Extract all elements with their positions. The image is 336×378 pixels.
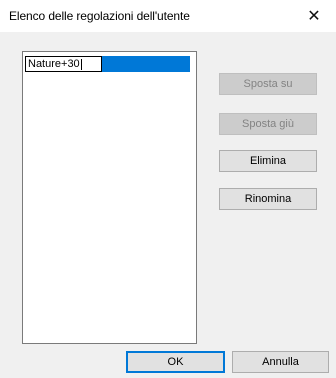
rename-button[interactable]: Rinomina (219, 188, 317, 210)
text-caret (80, 58, 82, 70)
delete-button[interactable]: Elimina (219, 150, 317, 172)
move-up-button[interactable]: Sposta su (219, 73, 317, 95)
move-down-button[interactable]: Sposta giù (219, 113, 317, 135)
window-title: Elenco delle regolazioni dell'utente (9, 9, 190, 23)
list-item-selected[interactable]: Nature+30 (25, 56, 190, 72)
cancel-button[interactable]: Annulla (232, 351, 329, 373)
close-icon[interactable]: ✕ (294, 2, 334, 30)
title-bar: Elenco delle regolazioni dell'utente ✕ (0, 0, 336, 32)
dialog-window: Elenco delle regolazioni dell'utente ✕ N… (0, 0, 336, 378)
rename-edit-value: Nature+30 (28, 58, 80, 70)
adjustments-list[interactable]: Nature+30 (22, 51, 197, 344)
rename-edit-field[interactable]: Nature+30 (25, 56, 102, 72)
ok-button[interactable]: OK (126, 351, 225, 373)
